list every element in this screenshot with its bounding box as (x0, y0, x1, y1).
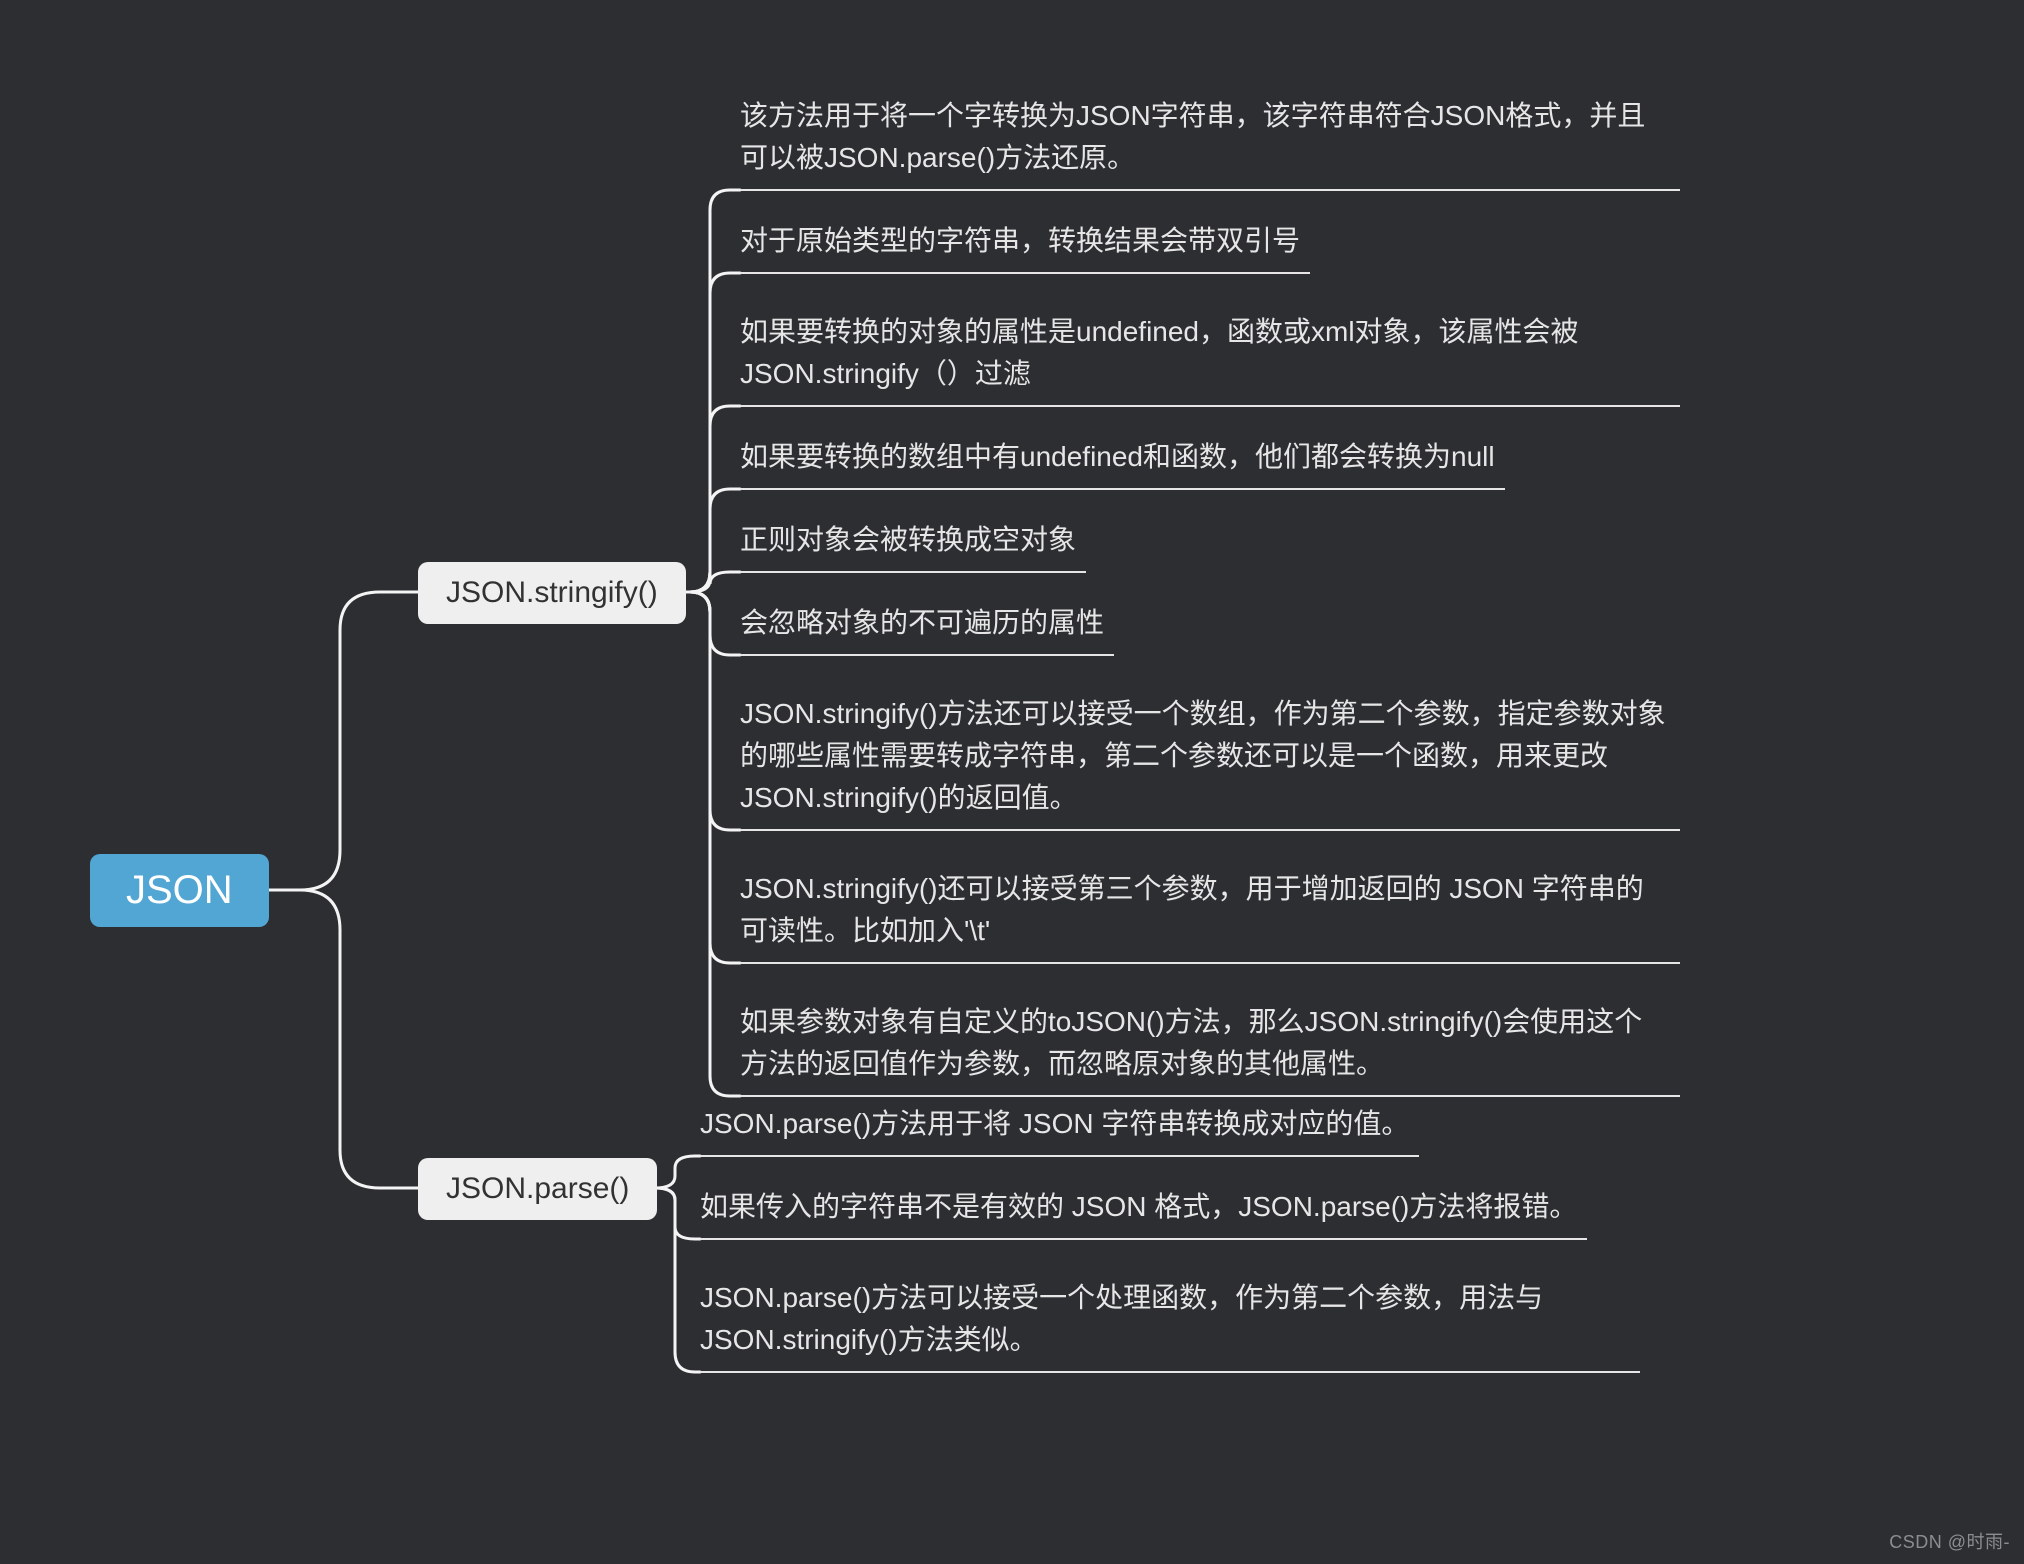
leaf-parse-2: JSON.parse()方法可以接受一个处理函数，作为第二个参数，用法与JSON… (700, 1277, 1640, 1373)
leaf-stringify-7: JSON.stringify()还可以接受第三个参数，用于增加返回的 JSON … (740, 868, 1680, 964)
root-node-json: JSON (90, 854, 269, 927)
leaf-stringify-6: JSON.stringify()方法还可以接受一个数组，作为第二个参数，指定参数… (740, 693, 1680, 831)
leaf-stringify-1: 对于原始类型的字符串，转换结果会带双引号 (740, 220, 1310, 274)
leaf-stringify-4: 正则对象会被转换成空对象 (740, 519, 1086, 573)
method-node-stringify: JSON.stringify() (418, 562, 686, 624)
watermark: CSDN @时雨- (1889, 1528, 2010, 1554)
leaf-parse-1: 如果传入的字符串不是有效的 JSON 格式，JSON.parse()方法将报错。 (700, 1186, 1587, 1240)
method-node-parse: JSON.parse() (418, 1158, 657, 1220)
leaf-stringify-8: 如果参数对象有自定义的toJSON()方法，那么JSON.stringify()… (740, 1001, 1680, 1097)
leaf-stringify-5: 会忽略对象的不可遍历的属性 (740, 602, 1114, 656)
leaf-parse-0: JSON.parse()方法用于将 JSON 字符串转换成对应的值。 (700, 1103, 1419, 1157)
leaf-stringify-2: 如果要转换的对象的属性是undefined，函数或xml对象，该属性会被JSON… (740, 311, 1680, 407)
leaf-stringify-0: 该方法用于将一个字转换为JSON字符串，该字符串符合JSON格式，并且可以被JS… (740, 95, 1680, 191)
leaf-stringify-3: 如果要转换的数组中有undefined和函数，他们都会转换为null (740, 436, 1505, 490)
